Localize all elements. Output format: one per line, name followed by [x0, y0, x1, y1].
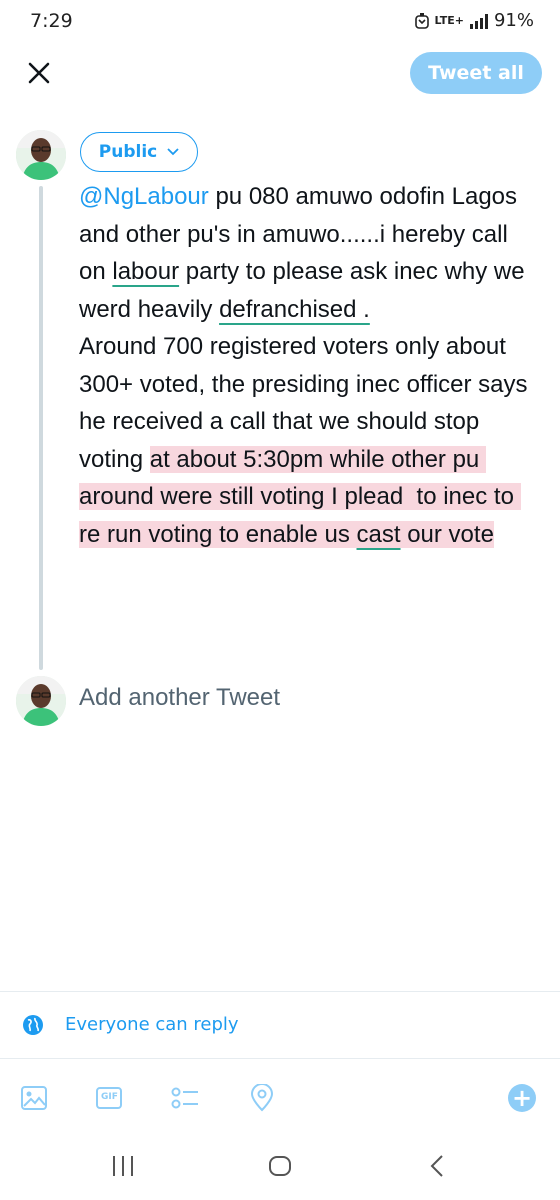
add-thread-button[interactable]: + — [508, 1084, 536, 1112]
network-type: LTE+ — [434, 14, 464, 27]
recent-apps-icon[interactable] — [110, 1153, 136, 1179]
tweet-text-segment: cast — [356, 520, 401, 548]
gif-label: GIF — [101, 1092, 118, 1102]
avatar[interactable] — [16, 130, 66, 180]
signal-icon — [469, 13, 488, 29]
location-icon[interactable] — [248, 1083, 276, 1112]
avatar[interactable] — [16, 676, 66, 726]
status-icons: LTE+ 91% — [414, 10, 534, 31]
reply-settings-label: Everyone can reply — [65, 1014, 239, 1035]
audience-selector-button[interactable]: Public — [80, 132, 198, 172]
tweet-text-segment: defranchised . — [219, 295, 370, 323]
alarm-icon — [414, 12, 429, 29]
gif-icon[interactable]: GIF — [95, 1084, 123, 1112]
battery-level: 91% — [493, 10, 534, 31]
reply-settings-button[interactable]: Everyone can reply — [0, 1005, 560, 1045]
status-time: 7:29 — [30, 10, 73, 32]
system-navigation-bar — [0, 1135, 560, 1200]
tweet-text-input[interactable]: @NgLabour pu 080 amuwo odofin Lagos and … — [79, 178, 539, 553]
tweet-text-segment: @NgLabour — [79, 183, 209, 210]
home-icon[interactable] — [267, 1153, 293, 1179]
tweet-all-button[interactable]: Tweet all — [410, 52, 542, 94]
chevron-down-icon — [167, 148, 179, 156]
tweet-text-segment: labour — [112, 258, 180, 285]
back-icon[interactable] — [425, 1153, 451, 1179]
status-bar: 7:29 LTE+ 91% — [0, 0, 560, 44]
close-icon[interactable] — [24, 58, 54, 88]
tweet-text-segment: our vote — [400, 520, 494, 548]
audience-label: Public — [98, 142, 158, 162]
add-another-tweet-input[interactable]: Add another Tweet — [79, 684, 280, 712]
composer-header: Tweet all — [0, 48, 560, 104]
divider — [0, 991, 560, 992]
poll-icon[interactable] — [170, 1084, 198, 1112]
divider — [0, 1058, 560, 1059]
thread-line — [39, 186, 43, 670]
image-icon[interactable] — [20, 1084, 48, 1112]
globe-icon — [23, 1015, 43, 1035]
